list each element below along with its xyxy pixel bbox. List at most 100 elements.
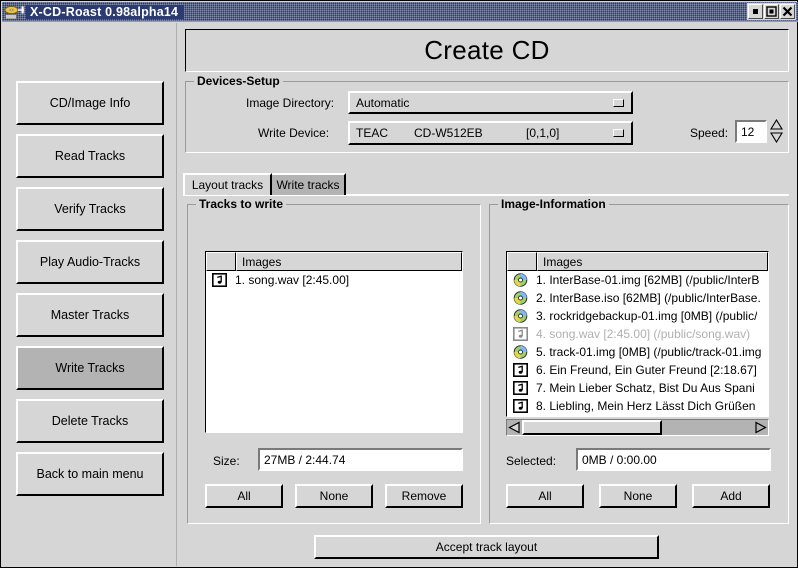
list-header-label: Images	[242, 254, 282, 269]
write-device-model: CD-W512EB	[414, 126, 483, 140]
list-item[interactable]: 3. rockridgebackup-01.img [0MB] (/public…	[507, 307, 768, 325]
images-add-button[interactable]: Add	[692, 484, 770, 508]
size-value: 27MB / 2:44.74	[264, 452, 346, 467]
selected-value: 0MB / 0:00.00	[582, 452, 657, 467]
list-item[interactable]: 1. InterBase-01.img [62MB] (/public/Inte…	[507, 271, 768, 289]
tracks-to-write-list[interactable]: Images 1. song.wav [2:45.00]	[205, 251, 463, 433]
list-header-images-column[interactable]: Images	[236, 252, 462, 271]
sidebar-item-cd-image-info[interactable]: CD/Image Info	[16, 81, 164, 125]
cd-disc-icon	[513, 345, 527, 359]
image-directory-label: Image Directory:	[246, 96, 335, 110]
selected-field: 0MB / 0:00.00	[576, 448, 771, 471]
audio-note-icon	[512, 399, 528, 413]
audio-note-icon	[512, 363, 528, 377]
list-item[interactable]: 2. InterBase.iso [62MB] (/public/InterBa…	[507, 289, 768, 307]
list-item-label: 4. song.wav [2:45.00] (/public/song.wav)	[536, 327, 751, 341]
button-label: None	[623, 489, 653, 503]
scroll-right-arrow-icon[interactable]	[753, 420, 768, 435]
scroll-left-arrow-icon[interactable]	[507, 420, 522, 435]
list-header: Images	[507, 252, 768, 271]
sidebar-item-label: Read Tracks	[54, 149, 126, 163]
list-item-label: 7. Mein Lieber Schatz, Bist Du Aus Spani	[536, 381, 755, 395]
image-directory-dropdown[interactable]: Automatic	[348, 91, 633, 114]
list-header: Images	[206, 252, 462, 271]
list-item[interactable]: 7. Mein Lieber Schatz, Bist Du Aus Spani	[507, 379, 768, 397]
tab-label: Layout tracks	[191, 178, 264, 192]
audio-note-icon	[210, 273, 228, 288]
button-label: All	[538, 489, 552, 503]
sidebar-item-back-to-main-menu[interactable]: Back to main menu	[16, 452, 164, 496]
sidebar-item-delete-tracks[interactable]: Delete Tracks	[16, 399, 164, 443]
minimize-button[interactable]	[748, 4, 763, 19]
sidebar-item-label: Write Tracks	[55, 361, 125, 375]
accept-track-layout-button[interactable]: Accept track layout	[314, 535, 659, 559]
close-button[interactable]	[780, 4, 795, 19]
sidebar-item-play-audio-tracks[interactable]: Play Audio-Tracks	[16, 240, 164, 284]
speed-input[interactable]: 12	[735, 120, 767, 143]
images-none-button[interactable]: None	[599, 484, 677, 508]
size-field: 27MB / 2:44.74	[258, 448, 463, 471]
list-header-label: Images	[543, 254, 583, 269]
button-label: Add	[720, 489, 742, 503]
list-item[interactable]: 4. song.wav [2:45.00] (/public/song.wav)	[507, 325, 768, 343]
image-information-hscrollbar[interactable]	[506, 419, 769, 436]
audio-note-icon	[511, 399, 529, 414]
list-item[interactable]: 8. Liebling, Mein Herz Lässt Dich Grüßen	[507, 397, 768, 415]
list-body: 1. InterBase-01.img [62MB] (/public/Inte…	[507, 271, 768, 415]
tracks-to-write-legend: Tracks to write	[196, 197, 287, 211]
list-item-label: 1. InterBase-01.img [62MB] (/public/Inte…	[536, 273, 760, 287]
sidebar-item-verify-tracks[interactable]: Verify Tracks	[16, 187, 164, 231]
dropdown-handle-icon	[613, 98, 624, 107]
speed-stepper[interactable]	[770, 118, 783, 144]
list-item-label: 8. Liebling, Mein Herz Lässt Dich Grüßen	[536, 399, 756, 413]
speed-label: Speed:	[690, 126, 729, 140]
list-body: 1. song.wav [2:45.00]	[206, 271, 462, 289]
list-item[interactable]: 5. track-01.img [0MB] (/public/track-01.…	[507, 343, 768, 361]
list-item-label: 2. InterBase.iso [62MB] (/public/InterBa…	[536, 291, 761, 305]
sidebar-item-write-tracks[interactable]: Write Tracks	[16, 346, 164, 390]
title-bar[interactable]: X-CD-Roast 0.98alpha14	[2, 2, 798, 22]
images-all-button[interactable]: All	[506, 484, 584, 508]
tab-layout-tracks[interactable]: Layout tracks	[183, 173, 272, 195]
tab-write-tracks[interactable]: Write tracks	[270, 173, 346, 195]
cd-disc-icon	[511, 309, 529, 324]
audio-note-icon	[211, 273, 227, 287]
list-header-icon-column[interactable]	[507, 252, 537, 271]
cd-disc-icon	[511, 345, 529, 360]
button-label: All	[237, 489, 251, 503]
image-information-list[interactable]: Images 1. InterBase-01.img [62MB] (/publ…	[506, 251, 769, 417]
sidebar-item-label: CD/Image Info	[49, 96, 131, 110]
cd-disc-icon	[511, 273, 529, 288]
page-title-banner: Create CD	[185, 29, 789, 72]
page-title: Create CD	[424, 35, 550, 65]
write-device-vendor: TEAC	[356, 126, 389, 140]
size-label: Size:	[213, 454, 240, 468]
tracks-all-button[interactable]: All	[205, 484, 283, 508]
audio-note-icon	[512, 381, 528, 395]
button-label: Remove	[401, 489, 447, 503]
image-directory-value: Automatic	[356, 95, 410, 110]
tracks-none-button[interactable]: None	[295, 484, 373, 508]
list-header-images-column[interactable]: Images	[537, 252, 768, 271]
window-controls	[747, 3, 796, 20]
sidebar-item-read-tracks[interactable]: Read Tracks	[16, 134, 164, 178]
list-item[interactable]: 6. Ein Freund, Ein Guter Freund [2:18.67…	[507, 361, 768, 379]
scroll-thumb[interactable]	[522, 420, 662, 435]
dropdown-handle-icon	[613, 129, 624, 137]
speed-value: 12	[741, 124, 755, 139]
tab-label: Write tracks	[276, 178, 340, 192]
audio-note-icon	[511, 327, 529, 342]
sidebar-item-master-tracks[interactable]: Master Tracks	[16, 293, 164, 337]
cd-disc-icon	[511, 291, 529, 306]
list-header-icon-column[interactable]	[206, 252, 236, 271]
button-label: None	[319, 489, 349, 503]
list-item[interactable]: 1. song.wav [2:45.00]	[206, 271, 462, 289]
image-information-legend: Image-Information	[498, 197, 609, 211]
list-item-label: 3. rockridgebackup-01.img [0MB] (/public…	[536, 309, 758, 323]
audio-note-icon	[512, 327, 528, 341]
maximize-button[interactable]	[764, 4, 779, 19]
tracks-remove-button[interactable]: Remove	[385, 484, 463, 508]
devices-setup-legend: Devices-Setup	[194, 74, 283, 88]
write-device-label: Write Device:	[258, 126, 330, 140]
write-device-dropdown[interactable]: TEAC CD-W512EB [0,1,0]	[348, 121, 633, 145]
